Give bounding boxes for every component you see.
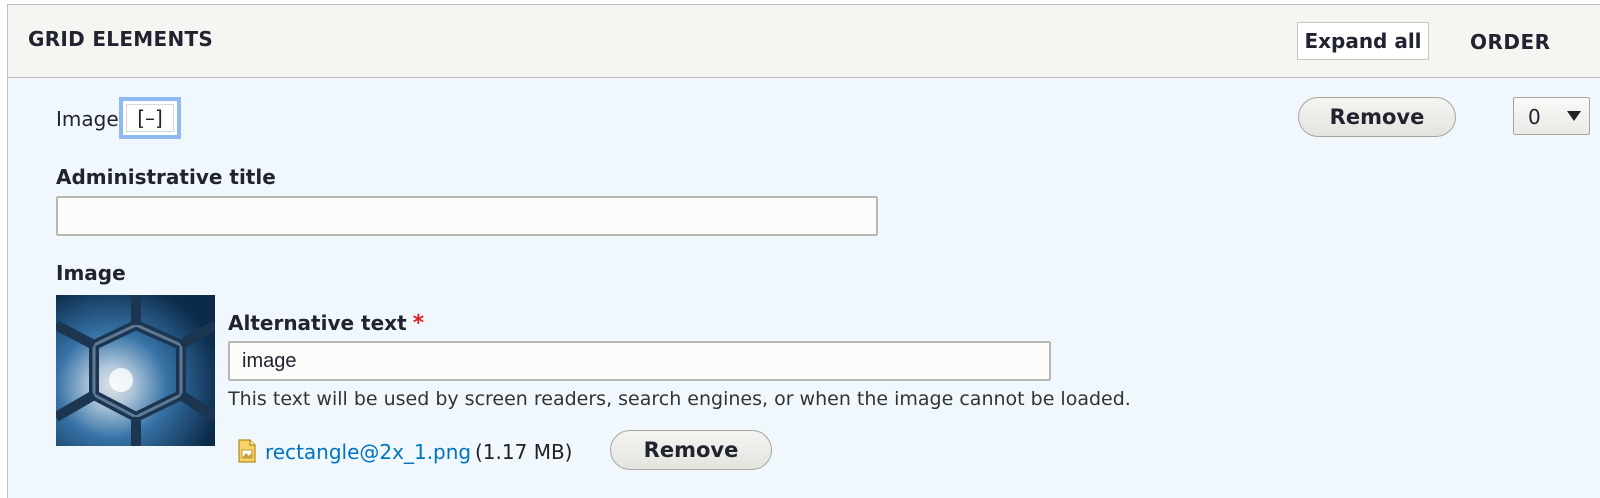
admin-title-label: Administrative title: [56, 165, 276, 189]
image-thumbnail: [56, 295, 215, 446]
required-marker: *: [412, 311, 425, 336]
admin-title-input[interactable]: [56, 196, 878, 236]
table-header: GRID ELEMENTS Expand all ORDER: [8, 5, 1600, 78]
expand-all-button[interactable]: Expand all: [1297, 22, 1429, 60]
caret-down-icon: [1567, 111, 1581, 121]
weight-value: 0: [1528, 105, 1541, 129]
remove-row-button[interactable]: Remove: [1298, 97, 1456, 137]
alt-text-label-text: Alternative text: [228, 311, 407, 335]
image-file-icon: [238, 439, 256, 463]
alt-text-label: Alternative text *: [228, 311, 424, 336]
weight-select[interactable]: 0: [1513, 97, 1590, 135]
order-column-header: ORDER: [1470, 30, 1551, 54]
grid-elements-table: GRID ELEMENTS Expand all ORDER Image [–]…: [7, 4, 1600, 498]
collapse-toggle-button[interactable]: [–]: [119, 97, 181, 139]
table-row: Image [–] Remove 0 Administrative title …: [8, 78, 1600, 498]
space-station-window-image: [56, 295, 215, 446]
alt-text-help: This text will be used by screen readers…: [228, 388, 1131, 410]
file-link[interactable]: rectangle@2x_1.png: [265, 440, 471, 464]
file-size: (1.17 MB): [475, 440, 573, 464]
alt-text-input[interactable]: [228, 341, 1051, 381]
section-title: GRID ELEMENTS: [28, 27, 214, 51]
image-field-label: Image: [56, 261, 126, 285]
row-title: Image: [56, 107, 119, 131]
remove-file-button[interactable]: Remove: [610, 430, 772, 470]
